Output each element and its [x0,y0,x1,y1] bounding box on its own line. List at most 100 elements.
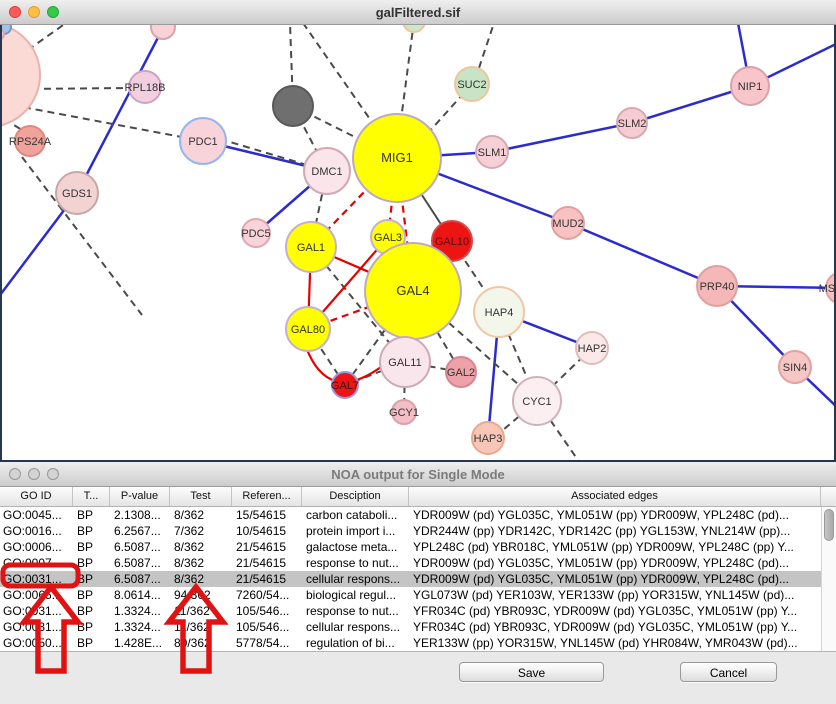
graph-node-label: GAL7 [331,380,359,392]
table-cell: 11/362 [170,619,232,635]
table-cell: YER133W (pp) YOR315W, YNL145W (pd) YHR08… [409,635,821,651]
minimize-button-icon[interactable] [28,468,40,480]
table-cell: YGL073W (pd) YER103W, YER133W (pp) YOR31… [409,587,821,603]
graph-window-title: galFiltered.sif [0,5,836,20]
graph-window-titlebar: galFiltered.sif [0,0,836,25]
graph-node-label: GCY1 [389,407,419,419]
table-cell: 1.3324... [110,603,170,619]
graph-node-label: GAL4 [396,283,429,298]
network-canvas[interactable]: RPL18BRPS24AGDS1PDC1PDC5DMC1MIG1SUC2SLM1… [2,25,834,460]
graph-node-label: SIN4 [783,362,807,374]
table-cell: GO:0031... [0,603,73,619]
table-cell: 8/362 [170,539,232,555]
table-cell: BP [73,539,110,555]
table-cell: BP [73,555,110,571]
table-row[interactable]: GO:0031...BP1.3324...11/362105/546...cel… [0,619,836,635]
table-cell: 21/54615 [232,539,302,555]
table-row[interactable]: GO:0016...BP6.2567...7/36210/54615protei… [0,523,836,539]
table-row[interactable]: GO:0065...BP8.0614...94/3627260/54...bio… [0,587,836,603]
table-cell: carbon cataboli... [302,507,409,523]
minimize-button-icon[interactable] [28,6,40,18]
table-cell: galactose meta... [302,539,409,555]
table-cell: biological regul... [302,587,409,603]
graph-edge-dashed[interactable] [479,25,494,68]
traffic-lights-inactive [0,468,59,480]
table-cell: 94/362 [170,587,232,603]
column-header-0[interactable]: GO ID [0,487,73,506]
zoom-button-icon[interactable] [47,6,59,18]
table-row[interactable]: GO:0050...BP1.428E...80/3625778/54...reg… [0,635,836,651]
table-cell: 8/362 [170,555,232,571]
graph-window: galFiltered.sif RPL18BRPS24AGDS1PDC1PDC5… [0,0,836,460]
noa-output-window: NOA output for Single Mode GO IDT...P-va… [0,460,836,704]
column-header-6[interactable]: Associated edges [409,487,821,506]
graph-node-label: GAL11 [388,357,421,369]
graph-node-label: NIP1 [738,81,762,93]
graph-node-label: GAL1 [297,242,325,254]
table-cell: response to nut... [302,603,409,619]
column-header-4[interactable]: Referen... [232,487,302,506]
close-button-icon[interactable] [9,468,21,480]
table-cell: BP [73,603,110,619]
graph-node-label: GAL10 [435,236,469,248]
zoom-button-icon[interactable] [47,468,59,480]
graph-edge-blue[interactable] [77,28,163,193]
column-header-5[interactable]: Desciption [302,487,409,506]
graph-node-label: DMC1 [311,166,342,178]
close-button-icon[interactable] [9,6,21,18]
graph-node-unlabeled[interactable] [273,86,313,126]
table-cell: 80/362 [170,635,232,651]
graph-node-label: HAP3 [474,433,503,445]
network-canvas-wrap: RPL18BRPS24AGDS1PDC1PDC5DMC1MIG1SUC2SLM1… [0,25,836,460]
table-cell: GO:0007... [0,555,73,571]
table-cell: 11/362 [170,603,232,619]
graph-node-label: SLM1 [478,147,507,159]
table-cell: BP [73,635,110,651]
table-row[interactable]: GO:0031...BP6.5087...8/36221/54615cellul… [0,571,836,587]
table-cell: 7/362 [170,523,232,539]
graph-node-unlabeled[interactable] [2,25,40,127]
table-row[interactable]: GO:0031...BP1.3324...11/362105/546...res… [0,603,836,619]
table-cell: 7260/54... [232,587,302,603]
table-cell: BP [73,571,110,587]
graph-node-unlabeled[interactable] [151,25,175,39]
table-cell: GO:0065... [0,587,73,603]
table-body: GO:0045...BP2.1308...8/36215/54615carbon… [0,507,836,651]
table-row[interactable]: GO:0007...BP6.5087...8/36221/54615respon… [0,555,836,571]
table-cell: 8/362 [170,571,232,587]
table-cell: 10/54615 [232,523,302,539]
cancel-button[interactable]: Cancel [680,662,777,682]
table-cell: 8.0614... [110,587,170,603]
graph-edge-blue[interactable] [568,223,717,286]
graph-node-unlabeled[interactable] [403,25,425,32]
table-cell: 8/362 [170,507,232,523]
table-cell: 105/546... [232,603,302,619]
table-row[interactable]: GO:0045...BP2.1308...8/36215/54615carbon… [0,507,836,523]
table-cell: GO:0045... [0,507,73,523]
traffic-lights [0,6,59,18]
table-cell: GO:0031... [0,571,73,587]
table-cell: cellular respons... [302,571,409,587]
table-cell: YPL248C (pd) YBR018C, YML051W (pp) YDR00… [409,539,821,555]
table-cell: BP [73,507,110,523]
column-header-3[interactable]: Test [170,487,232,506]
vertical-scrollbar[interactable] [821,507,836,651]
graph-edge-blue[interactable] [492,123,632,152]
column-header-1[interactable]: T... [73,487,110,506]
table-cell: 6.5087... [110,539,170,555]
scrollbar-thumb[interactable] [824,509,834,541]
table-cell: YFR034C (pd) YBR093C, YDR009W (pd) YGL03… [409,603,821,619]
table-row[interactable]: GO:0006...BP6.5087...8/36221/54615galact… [0,539,836,555]
table-cell: BP [73,523,110,539]
graph-node-label: HAP2 [578,343,607,355]
table-cell: 6.2567... [110,523,170,539]
graph-node-label: MUD2 [552,218,583,230]
table-cell: regulation of bi... [302,635,409,651]
table-cell: GO:0050... [0,635,73,651]
table-cell: 1.3324... [110,619,170,635]
save-button[interactable]: Save [459,662,604,682]
graph-node-label: GDS1 [62,188,92,200]
table-cell: YDR009W (pd) YGL035C, YML051W (pp) YDR00… [409,571,821,587]
column-header-2[interactable]: P-value [110,487,170,506]
table-cell: GO:0016... [0,523,73,539]
